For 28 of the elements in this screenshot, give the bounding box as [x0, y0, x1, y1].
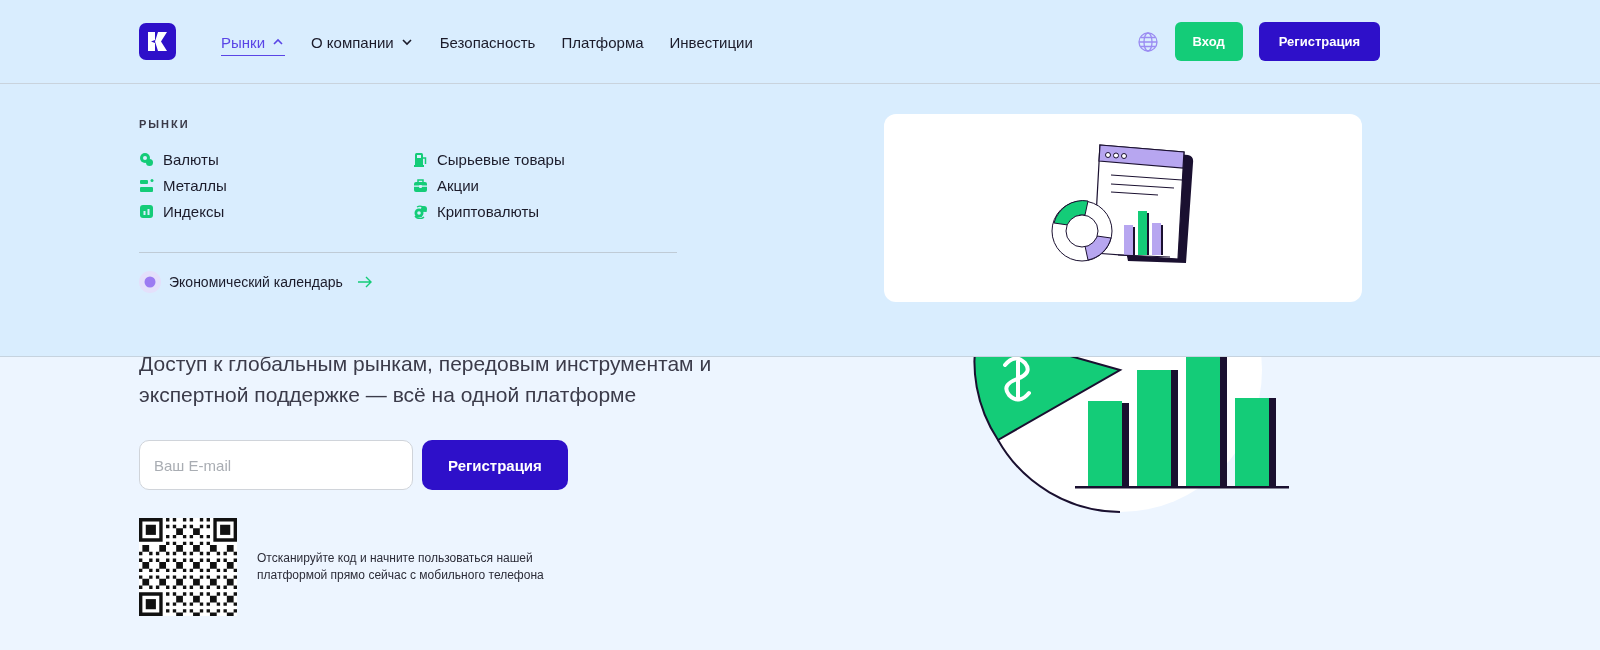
menu-item[interactable]: Сырьевые товары — [413, 150, 565, 168]
globe-icon — [1136, 30, 1159, 53]
dot-icon — [139, 271, 161, 293]
nav-link[interactable]: Рынки — [221, 27, 285, 56]
calendar-link[interactable]: Экономический календарь — [139, 271, 373, 293]
coin-swap-icon — [413, 203, 428, 219]
register-button[interactable]: Регистрация — [1258, 22, 1380, 61]
qr-caption: Отсканируйте код и начните пользоваться нашей платформой прямо сейчас с мобильного телефона — [257, 550, 545, 584]
nav-link[interactable]: Инвестиции — [669, 27, 753, 56]
logo — [139, 23, 176, 60]
chart-icon — [139, 203, 154, 219]
bars-icon — [139, 177, 154, 193]
menu-item[interactable]: Валюты — [139, 150, 219, 168]
section-heading: РЫНКИ — [139, 118, 190, 130]
menu-item[interactable]: Криптовалюты — [413, 202, 540, 220]
menu-item[interactable]: Акции — [413, 176, 479, 194]
menu-item[interactable]: Индексы — [139, 202, 225, 220]
email-field[interactable]: Ваш E-mail — [139, 440, 413, 490]
fuel-pump-icon — [413, 151, 428, 167]
nav-link[interactable]: О компании — [311, 27, 414, 56]
menu-item[interactable]: Металлы — [139, 176, 227, 194]
coins-icon — [139, 151, 154, 167]
register-button[interactable]: Регистрация — [422, 440, 568, 490]
briefcase-icon — [413, 177, 428, 193]
nav-link[interactable]: Платформа — [561, 27, 644, 56]
arrow-icon — [356, 276, 373, 288]
nav-link[interactable]: Безопасность — [439, 27, 536, 56]
hero-subtitle: Доступ к глобальным рынкам, передовым инструментам и экспертной поддержке — всё на одной платформе — [139, 351, 713, 408]
